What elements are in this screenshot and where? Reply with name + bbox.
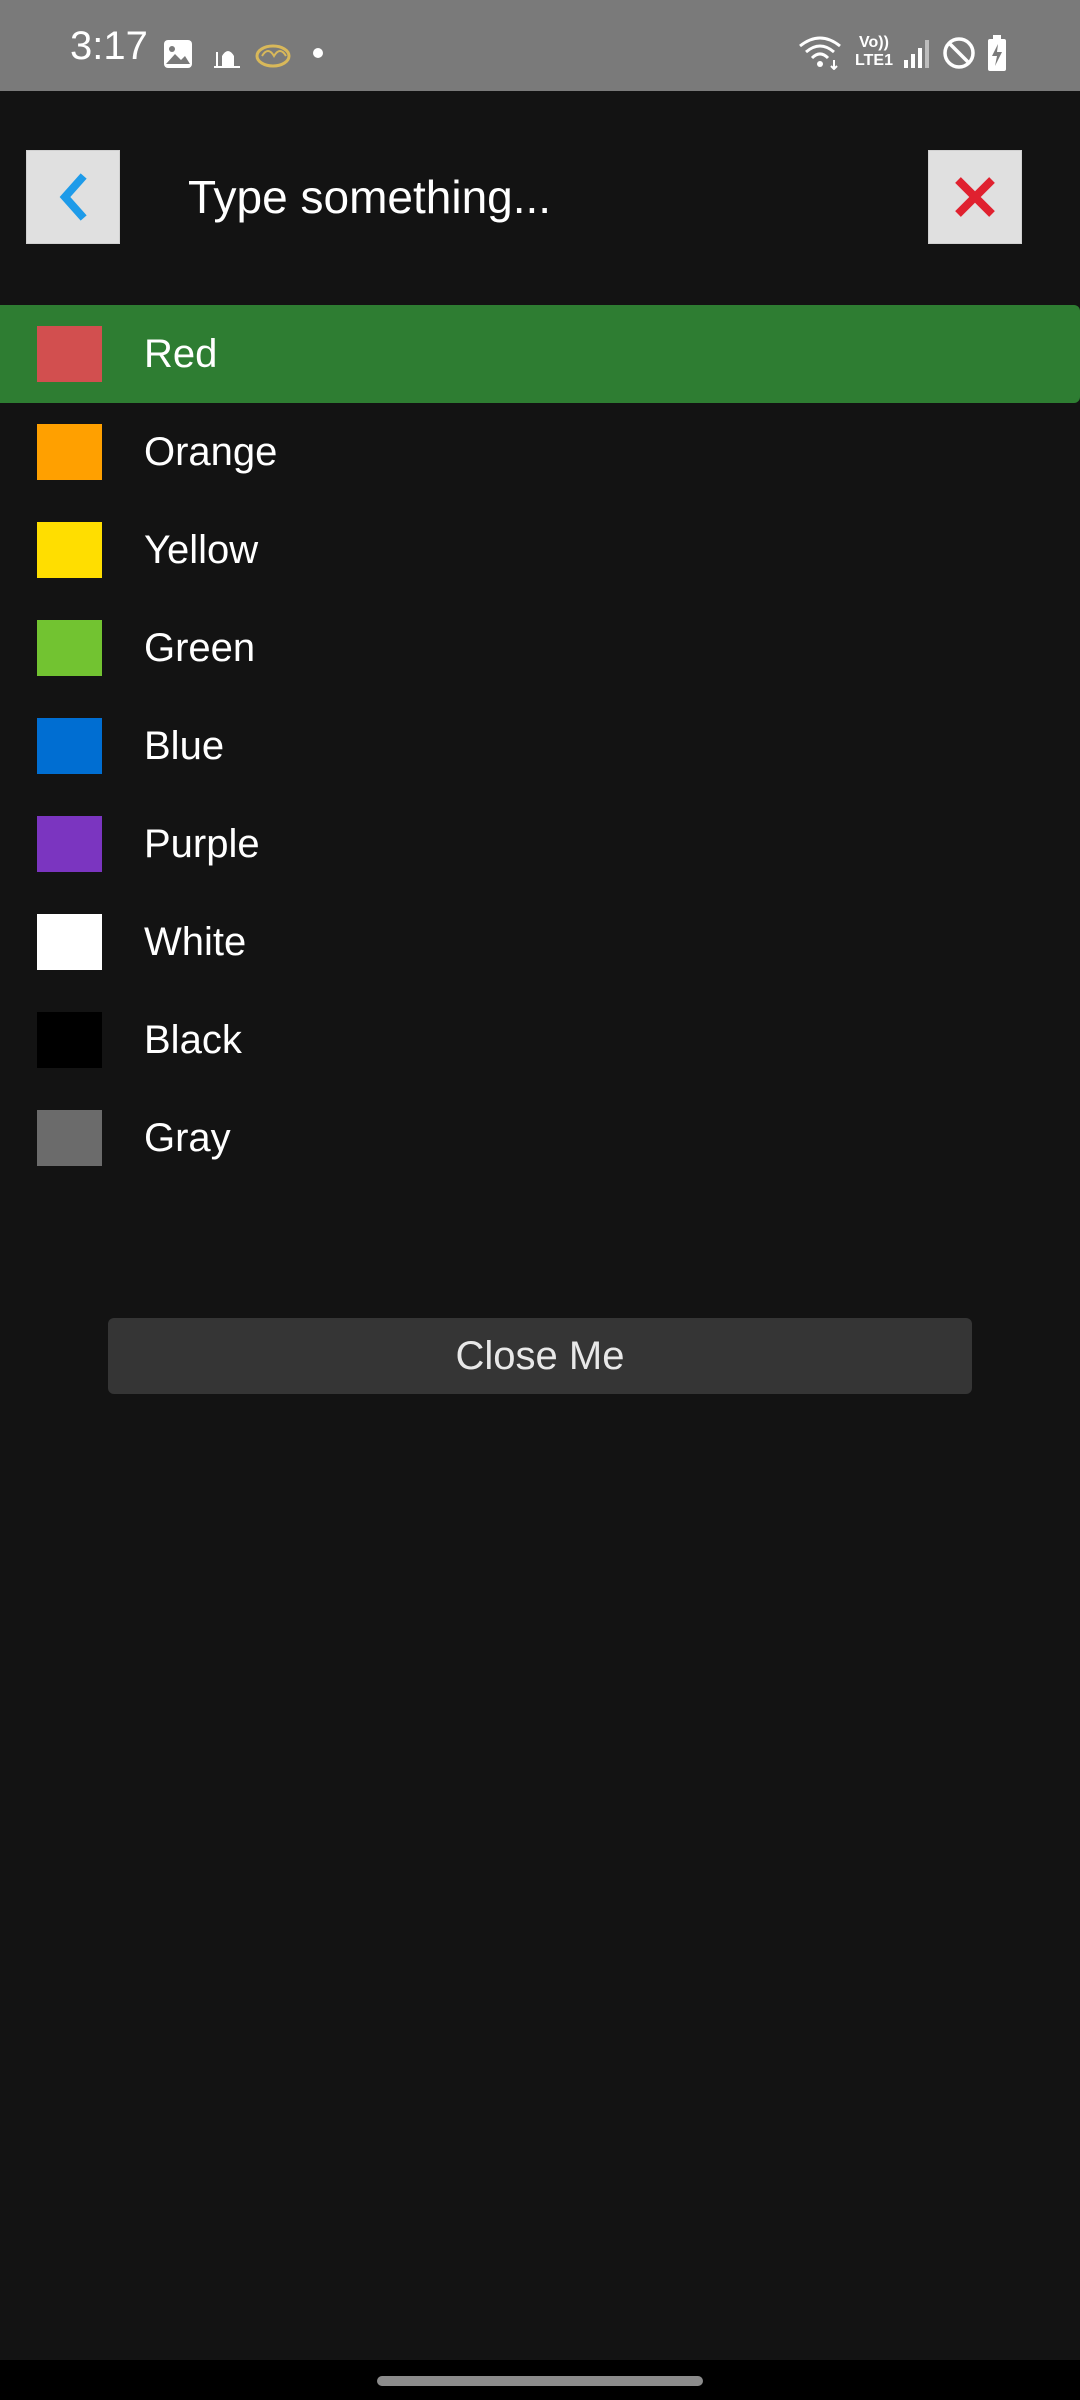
- list-item-label: Black: [144, 1018, 242, 1062]
- list-item-label: Red: [144, 332, 218, 376]
- color-swatch-yellow: [37, 522, 102, 578]
- gesture-handle[interactable]: [377, 2376, 703, 2386]
- network-label-top: Vo)): [859, 34, 889, 51]
- color-swatch-orange: [37, 424, 102, 480]
- chevron-left-icon: [59, 173, 87, 221]
- search-input[interactable]: [188, 159, 888, 235]
- back-button[interactable]: [26, 150, 120, 244]
- list-item-label: White: [144, 920, 247, 964]
- color-list: Red Orange Yellow Green Blue Purple Whit…: [0, 305, 1080, 1187]
- list-item-blue[interactable]: Blue: [0, 697, 1080, 795]
- wifi-icon: [799, 36, 841, 70]
- list-item-label: Orange: [144, 430, 278, 474]
- color-swatch-white: [37, 914, 102, 970]
- color-swatch-purple: [37, 816, 102, 872]
- color-swatch-black: [37, 1012, 102, 1068]
- status-bar: 3:17 Vo)) LTE1: [0, 0, 1080, 91]
- status-time: 3:17: [70, 24, 148, 68]
- close-me-button[interactable]: Close Me: [108, 1318, 972, 1394]
- network-label-bottom: LTE1: [855, 52, 893, 69]
- network-label: Vo)) LTE1: [854, 34, 894, 70]
- list-item-red[interactable]: Red: [0, 305, 1080, 403]
- color-swatch-blue: [37, 718, 102, 774]
- list-item-black[interactable]: Black: [0, 991, 1080, 1089]
- list-item-label: Gray: [144, 1116, 231, 1160]
- list-item-white[interactable]: White: [0, 893, 1080, 991]
- list-item-label: Purple: [144, 822, 260, 866]
- navigation-bar: [0, 2360, 1080, 2400]
- signal-icon: [904, 40, 929, 68]
- do-not-disturb-icon: [943, 37, 975, 69]
- list-item-gray[interactable]: Gray: [0, 1089, 1080, 1187]
- battery-charging-icon: [988, 35, 1006, 71]
- mosque-icon: [214, 51, 240, 68]
- search-header: [0, 91, 1080, 301]
- dot-icon: [313, 48, 323, 58]
- close-icon: [955, 177, 995, 217]
- calligraphy-icon: [255, 44, 291, 68]
- clear-button[interactable]: [928, 150, 1022, 244]
- list-item-label: Green: [144, 626, 256, 670]
- image-icon: [164, 40, 192, 68]
- color-swatch-gray: [37, 1110, 102, 1166]
- color-swatch-red: [37, 326, 102, 382]
- list-item-green[interactable]: Green: [0, 599, 1080, 697]
- color-swatch-green: [37, 620, 102, 676]
- list-item-orange[interactable]: Orange: [0, 403, 1080, 501]
- list-item-label: Yellow: [144, 528, 259, 572]
- list-item-label: Blue: [144, 724, 225, 768]
- list-item-yellow[interactable]: Yellow: [0, 501, 1080, 599]
- list-item-purple[interactable]: Purple: [0, 795, 1080, 893]
